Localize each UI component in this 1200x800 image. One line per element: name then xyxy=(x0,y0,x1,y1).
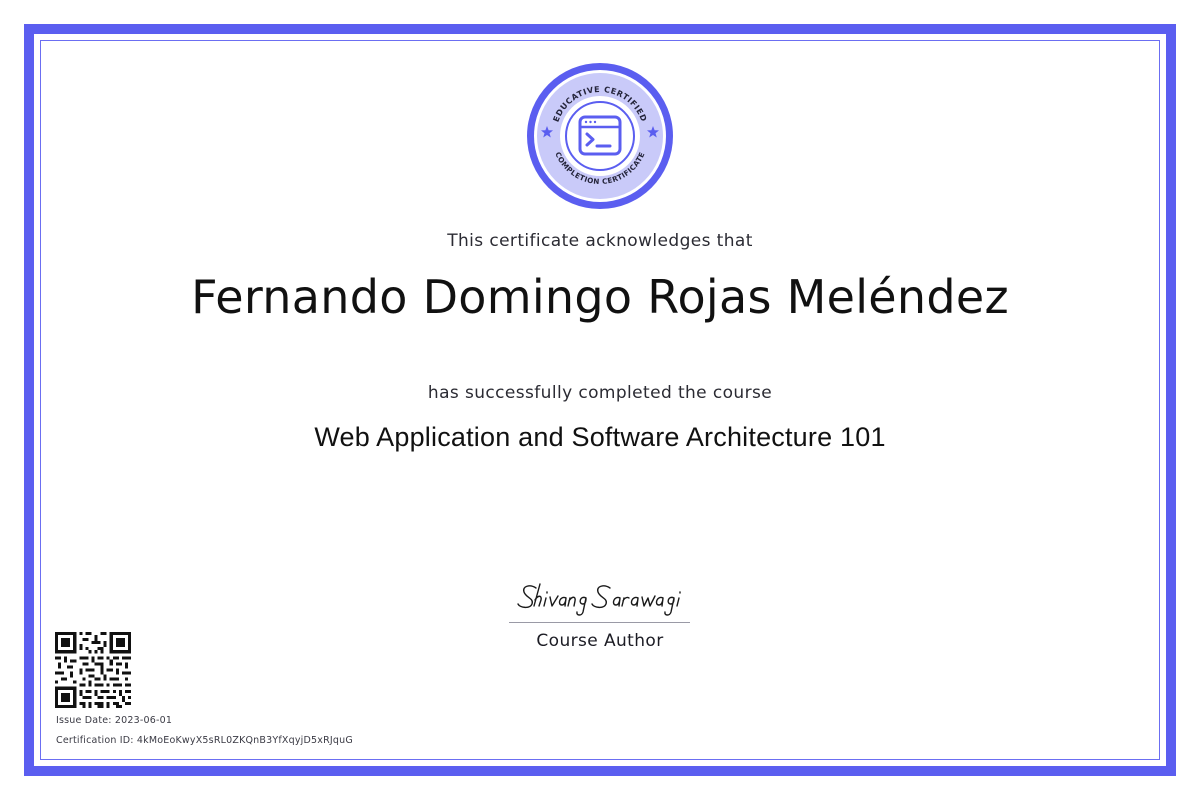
acknowledge-text: This certificate acknowledges that xyxy=(447,231,753,251)
certification-id: Certification ID: 4kMoEoKwyX5sRL0ZKQnB3Y… xyxy=(56,735,353,746)
qr-code xyxy=(55,632,131,708)
signatory-role: Course Author xyxy=(536,631,664,651)
course-title: Web Application and Software Architectur… xyxy=(314,422,886,452)
recipient-name: Fernando Domingo Rojas Meléndez xyxy=(191,270,1009,324)
author-signature xyxy=(517,583,681,616)
certificate-seal: EDUCATIVE CERTIFIED COMPLETION CERTIFICA… xyxy=(527,63,673,209)
signature-line xyxy=(509,622,690,623)
completed-text: has successfully completed the course xyxy=(427,383,773,403)
issue-date: Issue Date: 2023-06-01 xyxy=(56,715,173,726)
